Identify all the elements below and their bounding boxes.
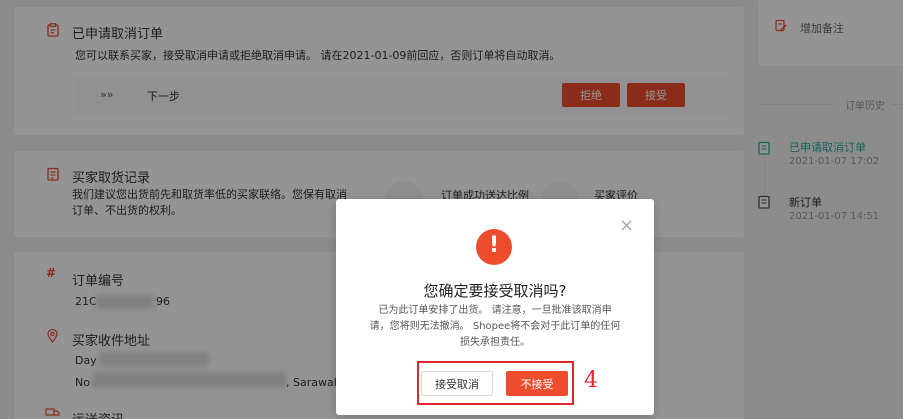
alert-icon-glyph: ! (488, 233, 500, 258)
close-icon[interactable]: × (619, 217, 634, 235)
annotation-number: 4 (584, 368, 598, 393)
dialog-title: 您确定要接受取消吗? (423, 282, 567, 300)
dialog-message-line-2: 请，您将则无法撤消。 Shopee将不会对于此订单的任何 (369, 321, 621, 332)
annotation-highlight-box (417, 361, 574, 405)
dialog-message-line-3: 损失承担责任。 (460, 337, 530, 348)
dialog-message-line-1: 已为此订单安排了出货。 请注意，一旦批准该取消申 (378, 305, 612, 316)
alert-icon: ! (476, 229, 512, 265)
